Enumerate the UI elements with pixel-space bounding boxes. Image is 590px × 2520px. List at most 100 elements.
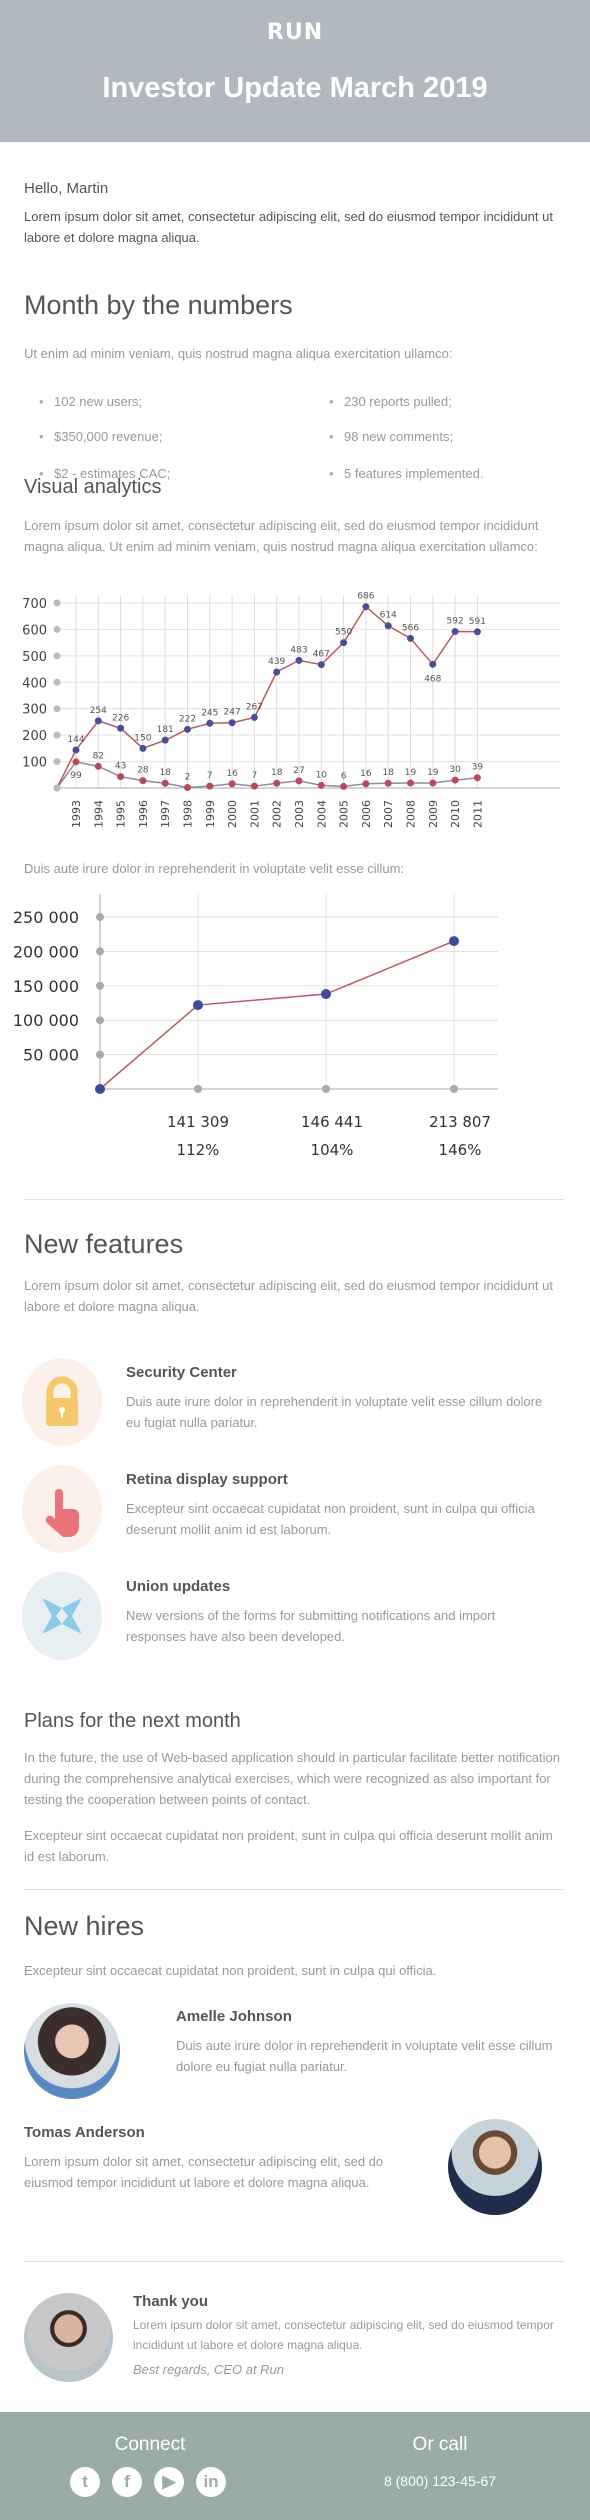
thanks-text: Lorem ipsum dolor sit amet, consectetur …: [133, 2318, 554, 2352]
x-value-label: 146 441: [301, 1113, 363, 1131]
data-point: [72, 758, 80, 766]
plans-text: In the future, the use of Web-based appl…: [24, 1750, 560, 1807]
y-tick-label: 200 000: [13, 942, 79, 961]
analytics-title: Visual analytics: [24, 476, 162, 498]
data-point: [384, 622, 392, 630]
footer: Connect t f ▶ in Or call 8 (800) 123-45-…: [0, 2412, 590, 2520]
stat-item: 230 reports pulled;: [329, 394, 452, 409]
hires-text: Excepteur sint occaecat cupidatat non pr…: [24, 1963, 437, 1978]
data-point: [184, 783, 191, 791]
data-label: 226: [112, 713, 129, 723]
data-point: [317, 781, 325, 789]
data-point: [340, 639, 348, 647]
data-point: [449, 936, 459, 947]
x-tick-label: 1998: [182, 800, 195, 828]
data-point: [161, 736, 169, 744]
data-point: [429, 779, 437, 787]
stat-item: 98 new comments;: [329, 429, 453, 444]
y-axis-dot: [53, 678, 61, 686]
y-tick-label: 700: [22, 597, 47, 612]
x-tick-label: 2004: [315, 800, 328, 828]
features-text: Lorem ipsum dolor sit amet, consectetur …: [24, 1278, 553, 1314]
data-point: [407, 634, 414, 642]
x-tick-label: 2005: [338, 800, 351, 828]
data-label: 483: [290, 645, 307, 655]
data-label: 16: [360, 769, 372, 779]
y-tick-label: 200: [22, 729, 47, 744]
data-point: [250, 782, 258, 790]
data-point: [206, 719, 214, 727]
data-point: [139, 744, 147, 752]
data-label: 2: [185, 772, 191, 782]
data-label: 254: [90, 706, 107, 716]
data-label: 16: [226, 769, 238, 779]
data-label: 7: [207, 771, 213, 781]
origin-dot: [53, 784, 61, 792]
feature-title: Union updates: [126, 1578, 231, 1595]
divider: [24, 2261, 564, 2262]
y-axis-dot: [53, 599, 61, 607]
x-tick-label: 2010: [449, 800, 462, 828]
y-tick-label: 150 000: [13, 977, 79, 996]
arrows-converge-icon: [22, 1572, 102, 1660]
x-tick-label: 1994: [92, 800, 105, 828]
x-axis-dot: [450, 1085, 458, 1093]
phone-number[interactable]: 8 (800) 123-45-67: [330, 2473, 550, 2489]
x-value-label: 213 807: [429, 1113, 491, 1131]
x-tick-label: 1999: [204, 800, 217, 828]
feature-text: Duis aute irure dolor in reprehenderit i…: [126, 1394, 543, 1430]
data-point: [193, 1000, 203, 1011]
data-label: 468: [424, 674, 441, 684]
series-line: [99, 940, 455, 1090]
linkedin-icon[interactable]: in: [196, 2467, 226, 2497]
x-value-label: 141 309: [167, 1113, 229, 1131]
x-tick-label: 2008: [405, 800, 418, 828]
data-label: 245: [201, 708, 218, 718]
header: RUN Investor Update March 2019: [0, 0, 590, 142]
x-percent-label: 104%: [311, 1141, 354, 1159]
thanks-title: Thank you: [133, 2293, 209, 2310]
twitter-icon[interactable]: t: [70, 2467, 100, 2497]
analytics-text: Lorem ipsum dolor sit amet, consectetur …: [24, 518, 539, 554]
x-tick-label: 2001: [248, 800, 261, 828]
data-point: [228, 719, 236, 727]
data-point: [451, 776, 459, 784]
data-point: [362, 603, 370, 611]
data-label: 222: [179, 714, 196, 724]
x-tick-label: 2006: [360, 800, 373, 828]
data-label: 6: [341, 771, 347, 781]
facebook-icon[interactable]: f: [112, 2467, 142, 2497]
data-label: 566: [402, 623, 419, 633]
page-title: Investor Update March 2019: [102, 72, 488, 104]
y-tick-label: 400: [22, 676, 47, 691]
x-percent-label: 112%: [177, 1141, 220, 1159]
y-tick-label: 100 000: [13, 1011, 79, 1030]
plans-title: Plans for the next month: [24, 1710, 241, 1732]
data-label: 439: [268, 657, 285, 667]
data-point: [250, 713, 258, 721]
y-tick-label: 500: [22, 650, 47, 665]
data-label: 19: [405, 768, 417, 778]
divider: [24, 1889, 564, 1890]
avatar-ceo: [24, 2293, 113, 2382]
x-tick-label: 2009: [427, 800, 440, 828]
data-label: 27: [293, 766, 304, 776]
connect-label: Connect: [114, 2434, 186, 2455]
x-tick-label: 2000: [226, 800, 239, 828]
data-point: [139, 777, 147, 785]
data-point: [317, 661, 325, 669]
numbers-title: Month by the numbers: [24, 290, 293, 320]
data-label: 39: [472, 763, 484, 773]
data-point: [295, 777, 303, 785]
data-point: [407, 779, 414, 787]
data-point: [340, 782, 348, 790]
pointer-hand-icon: [22, 1465, 102, 1553]
data-label: 99: [70, 771, 82, 781]
data-point: [117, 724, 125, 732]
data-label: 28: [137, 766, 149, 776]
data-label: 30: [449, 765, 461, 775]
data-point: [273, 779, 281, 787]
youtube-icon[interactable]: ▶: [154, 2467, 184, 2497]
chart2-caption: Duis aute irure dolor in reprehenderit i…: [24, 861, 405, 876]
stat-item: 102 new users;: [39, 394, 142, 409]
